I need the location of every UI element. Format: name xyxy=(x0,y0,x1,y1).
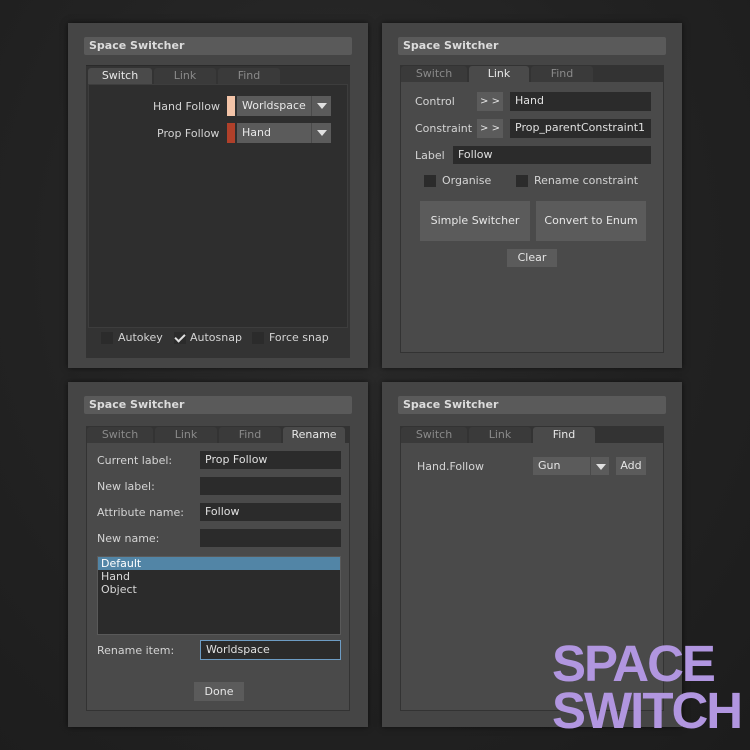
switch-row-label-hand-follow: Hand Follow xyxy=(153,100,220,113)
tab-rename[interactable]: Rename xyxy=(283,427,345,443)
color-swatch xyxy=(227,96,235,116)
chevron-down-icon[interactable] xyxy=(311,123,331,143)
tab-bar: Switch Link Find xyxy=(401,66,663,82)
force-snap-checkbox[interactable] xyxy=(252,332,264,344)
attribute-name-label: Attribute name: xyxy=(97,506,184,519)
window-title: Space Switcher xyxy=(398,396,666,414)
constraint-label: Constraint xyxy=(415,122,473,135)
pick-constraint-button[interactable]: > > xyxy=(477,119,503,138)
tab-bar: Switch Link Find xyxy=(88,68,280,84)
convert-to-enum-button[interactable]: Convert to Enum xyxy=(536,201,646,241)
brand-logo-line2: SWITCH xyxy=(552,682,743,739)
autosnap-label: Autosnap xyxy=(190,331,242,344)
new-label-label: New label: xyxy=(97,480,155,493)
organise-label: Organise xyxy=(442,174,492,187)
current-label-field[interactable]: Prop Follow xyxy=(200,451,341,469)
rename-constraint-checkbox[interactable] xyxy=(516,175,528,187)
new-name-field[interactable] xyxy=(200,529,341,547)
autokey-checkbox[interactable] xyxy=(101,332,113,344)
list-item[interactable]: Object xyxy=(98,583,340,596)
switch-list-area xyxy=(88,84,348,328)
brand-logo-line1: SPACE xyxy=(552,635,716,692)
list-item[interactable]: Default xyxy=(98,557,340,570)
autokey-label: Autokey xyxy=(118,331,163,344)
tab-switch[interactable]: Switch xyxy=(401,427,467,443)
tab-find[interactable]: Find xyxy=(218,68,280,84)
organise-checkbox[interactable] xyxy=(424,175,436,187)
find-value-dropdown[interactable]: Gun xyxy=(533,457,609,475)
done-button[interactable]: Done xyxy=(194,682,244,701)
tab-switch[interactable]: Switch xyxy=(87,427,153,443)
switch-row-label-prop-follow: Prop Follow xyxy=(157,127,220,140)
pick-control-button[interactable]: > > xyxy=(477,92,503,111)
tab-link[interactable]: Link xyxy=(469,66,529,82)
list-item[interactable]: Hand xyxy=(98,570,340,583)
tab-bar: Switch Link Find xyxy=(401,427,663,443)
add-button[interactable]: Add xyxy=(616,457,646,475)
tab-link[interactable]: Link xyxy=(154,68,216,84)
find-attribute-label: Hand.Follow xyxy=(417,460,484,473)
chevron-down-icon[interactable] xyxy=(311,96,331,116)
attribute-name-field[interactable]: Follow xyxy=(200,503,341,521)
tab-bar: Switch Link Find Rename xyxy=(87,427,349,443)
window-title: Space Switcher xyxy=(84,37,352,55)
tab-link[interactable]: Link xyxy=(155,427,217,443)
tab-find[interactable]: Find xyxy=(533,427,595,443)
color-swatch xyxy=(227,123,235,143)
enum-items-list[interactable]: Default Hand Object xyxy=(97,556,341,635)
rename-item-field[interactable]: Worldspace xyxy=(200,640,341,660)
space-dropdown-value[interactable]: Hand xyxy=(237,123,311,143)
tab-find[interactable]: Find xyxy=(531,66,593,82)
rename-constraint-label: Rename constraint xyxy=(534,174,639,187)
rename-panel: Space Switcher Switch Link Find Rename C… xyxy=(68,382,368,727)
switch-panel: Space Switcher Switch Link Find Hand Fol… xyxy=(68,23,368,368)
tab-link[interactable]: Link xyxy=(469,427,531,443)
new-label-field[interactable] xyxy=(200,477,341,495)
simple-switcher-button[interactable]: Simple Switcher xyxy=(420,201,530,241)
tab-find[interactable]: Find xyxy=(219,427,281,443)
link-panel: Space Switcher Switch Link Find Control … xyxy=(382,23,682,368)
control-label: Control xyxy=(415,95,455,108)
chevron-down-icon[interactable] xyxy=(590,457,609,475)
tab-switch[interactable]: Switch xyxy=(88,68,152,84)
window-title: Space Switcher xyxy=(398,37,666,55)
dropdown-value[interactable]: Gun xyxy=(533,457,590,475)
clear-button[interactable]: Clear xyxy=(507,249,557,267)
switch-row-prop-follow[interactable]: Hand xyxy=(227,123,331,143)
switch-row-hand-follow[interactable]: Worldspace xyxy=(227,96,331,116)
constraint-field[interactable]: Prop_parentConstraint1 xyxy=(510,119,651,138)
control-field[interactable]: Hand xyxy=(510,92,651,111)
current-label-label: Current label: xyxy=(97,454,173,467)
rename-item-label: Rename item: xyxy=(97,644,175,657)
space-dropdown-value[interactable]: Worldspace xyxy=(237,96,311,116)
autosnap-checkbox[interactable] xyxy=(174,332,186,344)
label-label: Label xyxy=(415,149,445,162)
new-name-label: New name: xyxy=(97,532,160,545)
window-title: Space Switcher xyxy=(84,396,352,414)
force-snap-label: Force snap xyxy=(269,331,329,344)
label-field[interactable]: Follow xyxy=(453,146,651,164)
tab-switch[interactable]: Switch xyxy=(401,66,467,82)
